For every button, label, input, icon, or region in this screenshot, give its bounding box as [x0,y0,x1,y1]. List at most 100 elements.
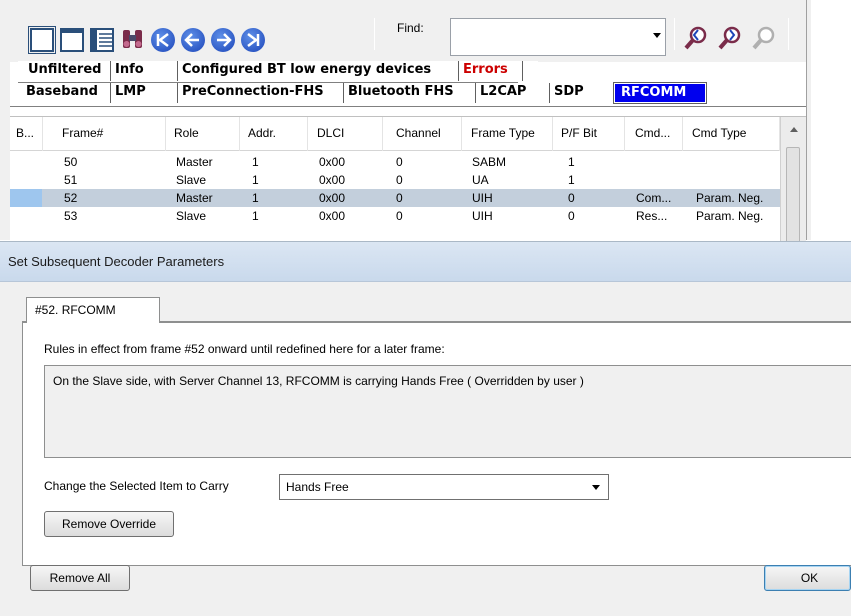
column-header-cmd-type[interactable]: Cmd Type [686,117,780,151]
cell-channel: 0 [396,191,403,205]
cell-frame: 51 [64,173,78,187]
cell-frame: 50 [64,155,78,169]
toolbar-separator [788,18,789,50]
cell-frame-type: UIH [472,191,493,205]
column-header-cmd[interactable]: Cmd... [629,117,683,151]
tab-row-lower: Baseband LMP PreConnection-FHS Bluetooth… [18,82,718,104]
column-header-role[interactable]: Role [168,117,240,151]
column-header-frame-type[interactable]: Frame Type [465,117,553,151]
tab-sdp[interactable]: SDP [549,83,588,103]
tab-bluetooth-fhs[interactable]: Bluetooth FHS [343,83,458,103]
column-header-dlci[interactable]: DLCI [311,117,383,151]
bookmark-cell[interactable] [10,189,42,207]
scroll-up-arrow-icon[interactable] [790,127,798,132]
remove-all-button[interactable]: Remove All [30,565,130,591]
tab-baseband[interactable]: Baseband [22,83,102,103]
tab-frame-52-rfcomm[interactable]: #52. RFCOMM [26,297,160,323]
tab-configured-ble-devices[interactable]: Configured BT low energy devices [177,61,435,81]
cell-pf-bit: 1 [568,173,575,187]
tab-rfcomm[interactable]: RFCOMM [613,82,707,104]
frame-summary-grid: B... Frame# Role Addr. DLCI Channel Fram… [10,116,806,245]
cell-cmd [630,171,636,189]
carry-select[interactable]: Hands Free [279,474,609,500]
remove-override-button[interactable]: Remove Override [44,511,174,537]
tab-baseline [10,106,806,107]
detail-pane-icon[interactable] [90,28,114,52]
toolbar-separator [374,18,375,50]
find-input[interactable] [450,18,666,56]
tab-row-upper: Unfiltered Info Configured BT low energy… [18,61,538,81]
cell-dlci: 0x00 [319,173,346,187]
ok-button[interactable]: OK [764,565,851,591]
cell-pf-bit: 0 [568,209,575,223]
binoculars-icon[interactable] [120,26,146,52]
cell-channel: 0 [396,173,403,187]
column-header-channel[interactable]: Channel [390,117,462,151]
cell-channel: 0 [396,155,403,169]
find-dropdown-arrow-icon[interactable] [653,33,661,38]
toolbar: Find: [10,0,806,62]
find-clear-icon[interactable] [750,24,778,52]
cell-addr: 1 [252,209,259,223]
cell-frame-type: SABM [472,155,507,169]
tab-l2cap[interactable]: L2CAP [475,83,530,103]
find-previous-icon[interactable] [682,24,710,52]
grid-header: B... Frame# Role Addr. DLCI Channel Fram… [10,117,780,151]
next-frame-icon[interactable] [211,28,235,52]
table-row[interactable]: 51 Slave 1 0x00 0 UA 1 [10,171,780,189]
cell-addr: 1 [252,155,259,169]
carry-label: Change the Selected Item to Carry [44,479,229,493]
scrollbar-thumb[interactable] [786,147,800,245]
column-header-pf-bit[interactable]: P/F Bit [555,117,625,151]
cell-cmd-type: Param. Neg. [696,209,764,223]
cell-addr: 1 [252,173,259,187]
cell-frame-type: UA [472,173,489,187]
table-row[interactable]: 53 Slave 1 0x00 0 UIH 0 Res... Param. Ne… [10,207,780,225]
cell-frame: 52 [64,191,78,205]
ok-button-label: OK [800,571,819,585]
rules-list-item[interactable]: On the Slave side, with Server Channel 1… [53,374,584,388]
find-next-icon[interactable] [716,24,744,52]
window-frame-left [0,0,10,240]
previous-frame-icon[interactable] [181,28,205,52]
cell-channel: 0 [396,209,403,223]
cell-cmd [630,153,636,171]
tab-preconnection-fhs[interactable]: PreConnection-FHS [177,83,328,103]
tab-unfiltered[interactable]: Unfiltered [24,61,105,81]
cell-cmd-type: Param. Neg. [696,191,764,205]
tab-row-end [522,61,530,81]
rules-list[interactable]: On the Slave side, with Server Channel 1… [44,365,851,458]
column-header-bookmark[interactable]: B... [10,117,43,151]
chevron-down-icon[interactable] [592,485,600,490]
cell-role: Master [176,191,213,205]
rules-label: Rules in effect from frame #52 onward un… [44,342,445,356]
window-edge [811,0,851,240]
cell-cmd: Res... [636,209,668,223]
cell-dlci: 0x00 [319,209,346,223]
cell-dlci: 0x00 [319,155,346,169]
table-row-selected[interactable]: 52 Master 1 0x00 0 UIH 0 Com... Param. N… [10,189,780,207]
tab-lmp[interactable]: LMP [110,83,150,103]
dialog-titlebar[interactable]: Set Subsequent Decoder Parameters [0,242,851,282]
tab-errors[interactable]: Errors [458,61,512,81]
carry-select-value: Hands Free [286,480,349,494]
cell-pf-bit: 1 [568,155,575,169]
cell-cmd: Com... [636,191,672,205]
tab-info[interactable]: Info [110,61,148,81]
last-frame-icon[interactable] [241,28,265,52]
cell-pf-bit: 0 [568,191,575,205]
column-header-addr[interactable]: Addr. [242,117,308,151]
column-header-frame[interactable]: Frame# [56,117,166,151]
cell-frame-type: UIH [472,209,493,223]
cell-cmd-type [690,153,696,171]
summary-pane-icon[interactable] [60,28,84,52]
cell-addr: 1 [252,191,259,205]
cell-role: Master [176,155,213,169]
cell-dlci: 0x00 [319,191,346,205]
toolbar-separator [674,18,675,50]
first-frame-icon[interactable] [151,28,175,52]
cell-frame: 53 [64,209,78,223]
table-row[interactable]: 50 Master 1 0x00 0 SABM 1 [10,153,780,171]
single-pane-icon[interactable] [28,26,56,54]
grid-vertical-scrollbar[interactable] [780,117,806,245]
